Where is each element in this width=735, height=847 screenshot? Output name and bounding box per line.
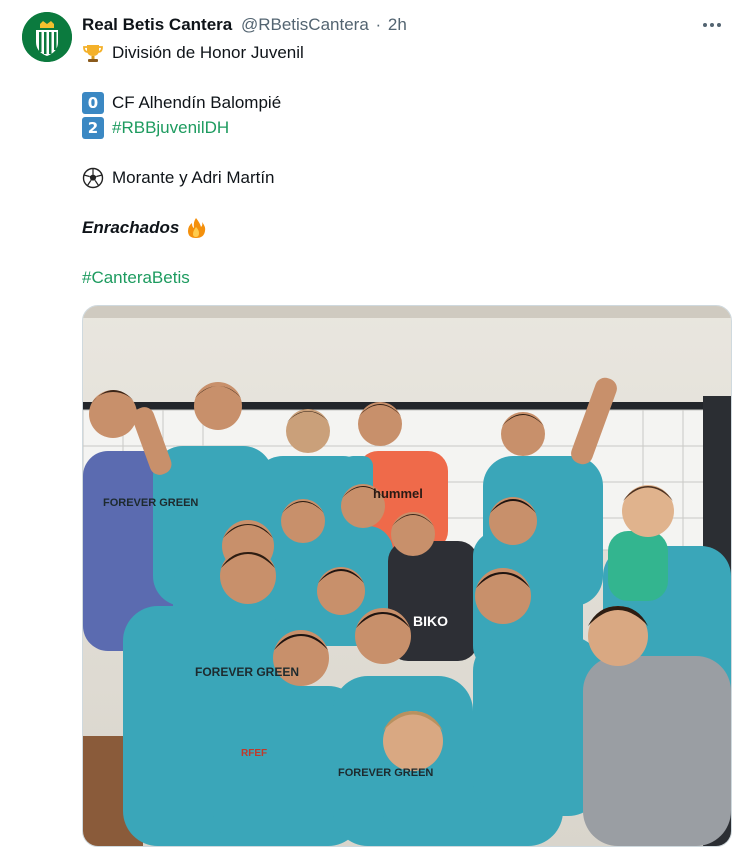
- keycap-two-icon: 2: [82, 116, 104, 139]
- tagline-line: Enrachados: [82, 215, 712, 240]
- author-handle[interactable]: @RBetisCantera: [241, 15, 369, 34]
- shirt-sponsor-text: FOREVER GREEN: [103, 497, 198, 509]
- separator-dot: ·: [375, 15, 382, 34]
- competition-line: División de Honor Juvenil: [82, 40, 712, 65]
- profile-avatar[interactable]: [22, 12, 72, 62]
- tweet-text: División de Honor Juvenil 0 CF Alhendín …: [82, 40, 712, 290]
- competition-text: División de Honor Juvenil: [112, 43, 304, 62]
- home-score-line: 0 CF Alhendín Balompié: [82, 90, 712, 115]
- scorers-text: Morante y Adri Martín: [112, 168, 275, 187]
- hashtag-canterabetis[interactable]: #CanteraBetis: [82, 265, 190, 290]
- away-score-line: 2 #RBBjuvenilDH: [82, 115, 712, 140]
- soccer-ball-icon: [82, 167, 104, 188]
- closing-hashtag-line: #CanteraBetis: [82, 265, 712, 290]
- timestamp[interactable]: 2h: [388, 15, 407, 34]
- shirt-sponsor-text-2: FOREVER GREEN: [195, 665, 299, 679]
- tagline-text: Enrachados: [82, 218, 180, 237]
- tweet-header: Real Betis Cantera @RBetisCantera · 2h: [82, 14, 407, 36]
- hashtag-rbbjuvenildh[interactable]: #RBBjuvenilDH: [112, 115, 229, 140]
- author-name[interactable]: Real Betis Cantera: [82, 15, 232, 34]
- bib-brand-text: hummel: [373, 486, 423, 501]
- more-options-button[interactable]: [699, 12, 725, 38]
- more-horizontal-icon: [703, 23, 721, 27]
- keycap-zero-icon: 0: [82, 91, 104, 114]
- fire-icon: [188, 217, 206, 238]
- rfef-badge-text: RFEF: [241, 748, 267, 759]
- tweet-photo[interactable]: FOREVER GREEN FOREVER GREEN hummel BIKO …: [82, 305, 732, 847]
- shirt-sponsor-text-3: FOREVER GREEN: [338, 767, 433, 779]
- shirt-brand-text: BIKO: [413, 613, 448, 629]
- scorers-line: Morante y Adri Martín: [82, 165, 712, 190]
- home-team-text: CF Alhendín Balompié: [112, 93, 282, 112]
- betis-crest-icon: [22, 12, 72, 62]
- trophy-icon: [83, 44, 103, 62]
- team-celebration-photo: FOREVER GREEN FOREVER GREEN hummel BIKO …: [83, 306, 731, 846]
